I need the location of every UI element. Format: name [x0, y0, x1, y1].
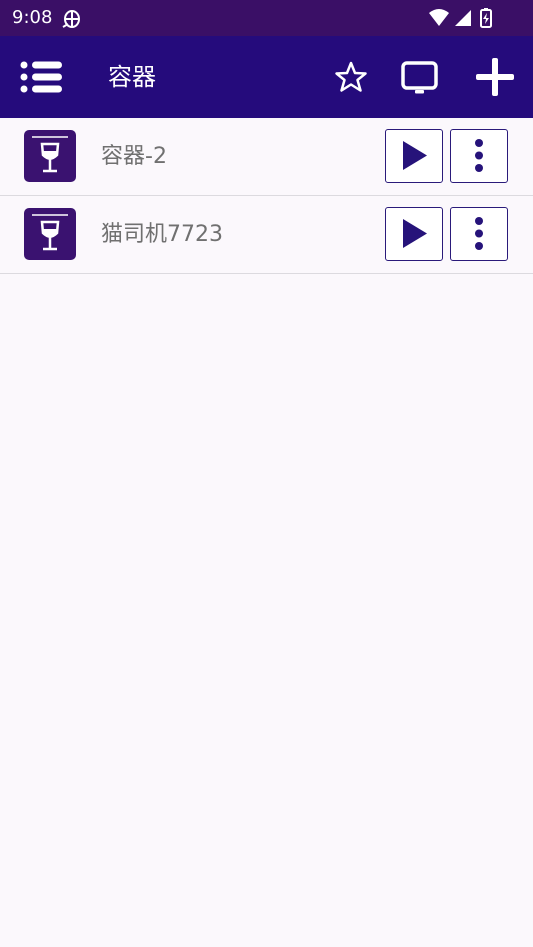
play-button[interactable]: [385, 207, 443, 261]
play-icon: [403, 219, 427, 248]
app-bar: 容器: [0, 36, 533, 118]
star-icon[interactable]: [334, 60, 368, 94]
container-name: 容器-2: [101, 144, 167, 169]
status-icons: [429, 8, 492, 28]
more-options-button[interactable]: [450, 129, 508, 183]
play-icon: [403, 141, 427, 170]
wine-glass-icon: [24, 130, 76, 182]
plus-icon[interactable]: [472, 54, 518, 100]
more-vert-icon: [475, 217, 483, 250]
page-title: 容器: [108, 63, 156, 91]
list-item[interactable]: 猫司机7723: [0, 196, 533, 274]
wifi-icon: [429, 9, 449, 26]
monitor-icon[interactable]: [398, 58, 442, 98]
menu-icon[interactable]: [18, 56, 64, 98]
wine-glass-icon: [24, 208, 76, 260]
more-vert-icon: [475, 139, 483, 172]
container-list: 容器-2 猫司机7723: [0, 118, 533, 274]
list-item[interactable]: 容器-2: [0, 118, 533, 196]
signal-icon: [455, 10, 471, 26]
more-options-button[interactable]: [450, 207, 508, 261]
status-bar: 9:08: [0, 0, 533, 36]
status-time: 9:08: [12, 7, 53, 28]
bug-icon: [62, 10, 80, 28]
play-button[interactable]: [385, 129, 443, 183]
battery-charging-icon: [480, 8, 492, 28]
container-name: 猫司机7723: [101, 222, 223, 247]
